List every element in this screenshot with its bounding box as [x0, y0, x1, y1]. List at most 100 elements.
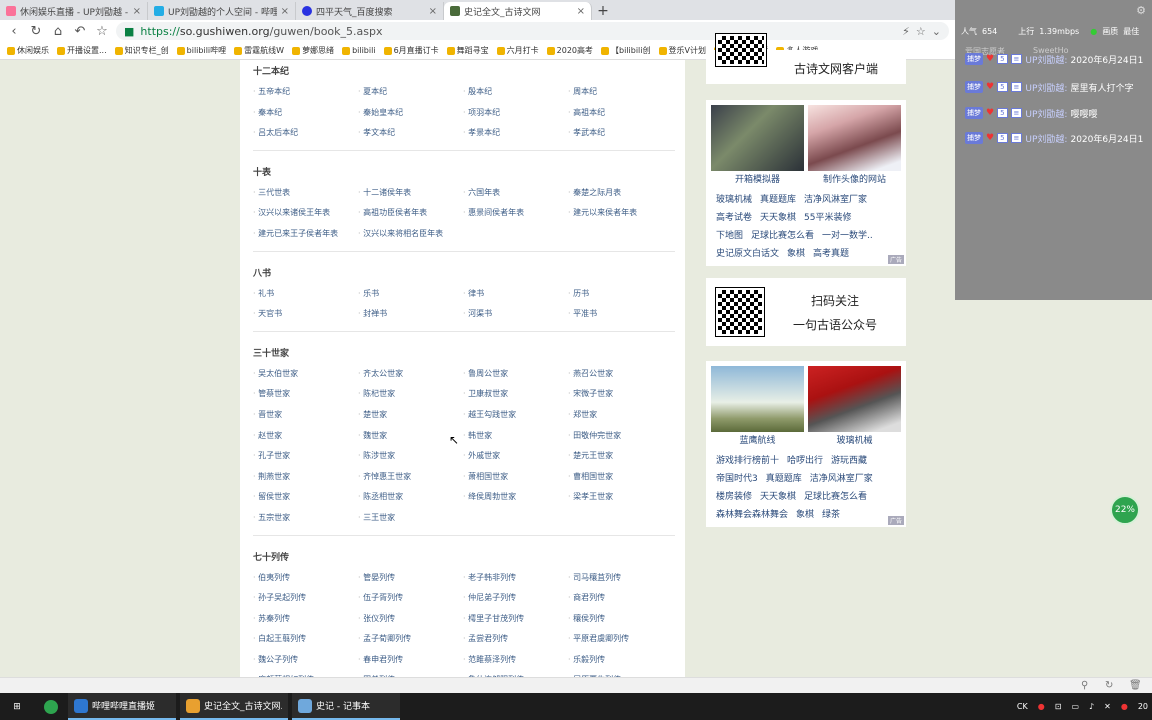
chapter-link[interactable]: 天官书	[253, 304, 358, 325]
chapter-link[interactable]: 陈丞相世家	[358, 487, 463, 508]
chapter-link[interactable]: 周本纪	[568, 82, 673, 103]
chapter-link[interactable]: 樗里子甘茂列传	[463, 609, 568, 630]
ad-link[interactable]: 足球比赛怎么看	[751, 231, 814, 241]
chapter-link[interactable]: 平原君虞卿列传	[568, 629, 673, 650]
network-icon[interactable]: ⊡	[1055, 702, 1062, 711]
chapter-link[interactable]: 齐太公世家	[358, 364, 463, 385]
ad-caption[interactable]: 玻璃机械	[808, 433, 901, 446]
ad-link[interactable]: 高考真题	[813, 249, 849, 259]
bookmark-star-icon[interactable]: ☆	[94, 24, 110, 39]
address-bar[interactable]: ■ https://so.gushiwen.org/guwen/book_5.a…	[116, 22, 949, 40]
chapter-link[interactable]: 绛侯周勃世家	[463, 487, 568, 508]
app-download-box[interactable]: 古诗文网客户端	[706, 33, 906, 84]
bookmark-item[interactable]: 【bilibili创	[598, 45, 654, 56]
ad-link[interactable]: 55平米装修	[804, 213, 851, 223]
back-icon[interactable]: ‹	[6, 24, 22, 39]
home-icon[interactable]: ⌂	[50, 24, 66, 39]
chapter-link[interactable]: 孝武本纪	[568, 123, 673, 144]
red-app-icon[interactable]: ●	[1121, 702, 1128, 711]
chapter-link[interactable]: 平准书	[568, 304, 673, 325]
ad-image-machine[interactable]	[808, 366, 901, 432]
close-icon[interactable]: ×	[577, 6, 585, 17]
chapter-link[interactable]: 孟尝君列传	[463, 629, 568, 650]
bookmark-item[interactable]: 开播设置...	[54, 45, 110, 56]
chapter-link[interactable]: 孝景本纪	[463, 123, 568, 144]
chapter-link[interactable]: 五宗世家	[253, 508, 358, 529]
taskbar-app[interactable]: 哔哩哔哩直播姬	[68, 693, 176, 720]
bookmark-item[interactable]: 休闲娱乐	[4, 45, 52, 56]
ad-caption[interactable]: 开箱模拟器	[711, 172, 804, 185]
ad-link[interactable]: 玻璃机械	[716, 195, 752, 205]
refresh-icon[interactable]: ↻	[1105, 680, 1113, 691]
chapter-link[interactable]: 河渠书	[463, 304, 568, 325]
reload-icon[interactable]: ↻	[28, 24, 44, 39]
chapter-link[interactable]: 荆燕世家	[253, 467, 358, 488]
chapter-link[interactable]: 仲尼弟子列传	[463, 588, 568, 609]
bookmark-item[interactable]: bilibili哔哩	[174, 45, 230, 56]
chapter-link[interactable]: 夏本纪	[358, 82, 463, 103]
chapter-link[interactable]: 惠景间侯者年表	[463, 203, 568, 224]
bookmark-item[interactable]: 知识专栏_创	[112, 45, 172, 56]
chapter-link[interactable]: 白起王翦列传	[253, 629, 358, 650]
ad-link[interactable]: 楼房装修	[716, 492, 752, 502]
chapter-link[interactable]: 越王勾践世家	[463, 405, 568, 426]
tab-bilibili-live[interactable]: 休闲娱乐直播 - UP刘勖越 - 哔哩 ×	[0, 2, 148, 20]
chapter-link[interactable]: 燕召公世家	[568, 364, 673, 385]
chapter-link[interactable]: 建元以来侯者年表	[568, 203, 673, 224]
trash-icon[interactable]: 🗑	[1129, 680, 1142, 691]
ad-image-game[interactable]	[711, 105, 804, 171]
chapter-link[interactable]: 范雎蔡泽列传	[463, 650, 568, 671]
ad-image-airplane[interactable]	[711, 366, 804, 432]
chapter-link[interactable]: 穰侯列传	[568, 609, 673, 630]
chapter-link[interactable]: 陈杞世家	[358, 384, 463, 405]
chapter-link[interactable]: 孔子世家	[253, 446, 358, 467]
volume-icon[interactable]: ♪	[1089, 702, 1094, 711]
red-app-icon[interactable]: ●	[1038, 702, 1045, 711]
chapter-link[interactable]: 三代世表	[253, 183, 358, 204]
chapter-link[interactable]: 留侯世家	[253, 487, 358, 508]
bookmark-item[interactable]: bilibili	[339, 46, 379, 55]
ad-link[interactable]: 帝国时代3	[716, 474, 758, 484]
chapter-link[interactable]: 管晏列传	[358, 568, 463, 589]
bookmark-item[interactable]: 六月打卡	[494, 45, 542, 56]
chapter-link[interactable]: 六国年表	[463, 183, 568, 204]
chapter-link[interactable]: 孝文本纪	[358, 123, 463, 144]
chapter-link[interactable]: 魏世家	[358, 426, 463, 447]
follow-box[interactable]: 扫码关注 一句古语公众号	[706, 278, 906, 346]
taskbar-app[interactable]: 史记 - 记事本	[292, 693, 400, 720]
chapter-link[interactable]: 春申君列传	[358, 650, 463, 671]
chapter-link[interactable]: 秦楚之际月表	[568, 183, 673, 204]
cpu-usage-badge[interactable]: 22%	[1110, 495, 1140, 525]
close-icon[interactable]: ×	[281, 6, 289, 17]
bookmark-item[interactable]: 登乐V计划	[656, 45, 709, 56]
chapter-link[interactable]: 高祖功臣侯者年表	[358, 203, 463, 224]
chapter-link[interactable]: 田敬仲完世家	[568, 426, 673, 447]
ad-link[interactable]: 游戏排行榜前十	[716, 456, 779, 466]
chapter-link[interactable]: 苏秦列传	[253, 609, 358, 630]
chapter-link[interactable]: 萧相国世家	[463, 467, 568, 488]
chapter-link[interactable]: 梁孝王世家	[568, 487, 673, 508]
close-icon[interactable]: ×	[133, 6, 141, 17]
tab-shiji[interactable]: 史记全文_古诗文网 ×	[444, 2, 592, 20]
chapter-link[interactable]: 孟子荀卿列传	[358, 629, 463, 650]
new-tab-button[interactable]: +	[592, 2, 614, 20]
taskbar-app[interactable]: 史记全文_古诗文网...	[180, 693, 288, 720]
chapter-link[interactable]: 伯夷列传	[253, 568, 358, 589]
battery-icon[interactable]: ▭	[1071, 702, 1079, 711]
chapter-link[interactable]: 项羽本纪	[463, 103, 568, 124]
chapter-link[interactable]: 三王世家	[358, 508, 463, 529]
chapter-link[interactable]: 建元已来王子侯者年表	[253, 224, 358, 245]
green-app-icon[interactable]	[34, 693, 68, 720]
lang-indicator[interactable]: CK	[1017, 702, 1028, 711]
task-view-icon[interactable]: ⊞	[0, 693, 34, 720]
chapter-link[interactable]: 五帝本纪	[253, 82, 358, 103]
chapter-link[interactable]: 封禅书	[358, 304, 463, 325]
tab-up-space[interactable]: UP刘勖越的个人空间 - 哔哩哔哩 ×	[148, 2, 296, 20]
chapter-link[interactable]: 齐悼惠王世家	[358, 467, 463, 488]
ad-link[interactable]: 天天象棋	[760, 492, 796, 502]
chapter-link[interactable]: 秦本纪	[253, 103, 358, 124]
ad-link[interactable]: 足球比赛怎么看	[804, 492, 867, 502]
chevron-down-icon[interactable]: ⌄	[932, 25, 941, 38]
ad-link[interactable]: 象棋	[787, 249, 805, 259]
chapter-link[interactable]: 殷本纪	[463, 82, 568, 103]
